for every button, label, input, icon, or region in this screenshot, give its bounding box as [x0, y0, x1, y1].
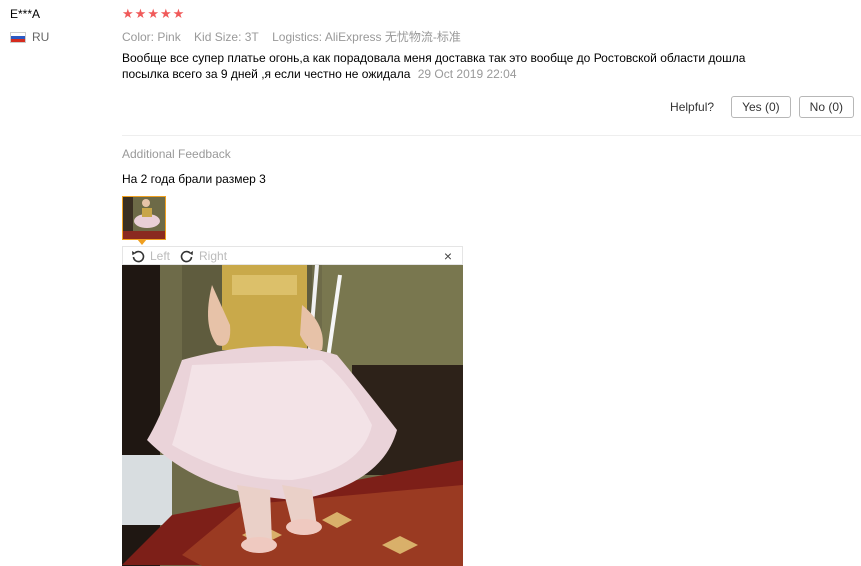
rotate-right-label: Right	[199, 248, 228, 263]
reviewer-country: RU	[10, 30, 49, 44]
review-text: Вообще все супер платье огонь,а как пора…	[122, 50, 762, 82]
additional-feedback-text: На 2 года брали размер 3	[122, 172, 266, 186]
star-icon: ★	[134, 6, 147, 21]
rotate-right-icon	[180, 250, 194, 262]
russia-flag-icon	[10, 31, 26, 43]
divider	[122, 135, 861, 136]
photo-viewer-toolbar: Left Right ×	[122, 246, 463, 265]
star-icon: ★	[122, 6, 134, 21]
helpful-yes-button[interactable]: Yes (0)	[731, 96, 791, 118]
attr-logistics-value: AliExpress 无忧物流-标准	[324, 30, 461, 44]
attr-size-label: Kid Size:	[194, 30, 242, 44]
additional-feedback-title: Additional Feedback	[122, 147, 231, 161]
star-icon: ★	[172, 6, 185, 21]
attr-logistics-label: Logistics:	[272, 30, 323, 44]
star-rating: ★ ★ ★ ★ ★	[122, 6, 184, 22]
review-photo-image	[122, 265, 463, 566]
thumbnail-selected-caret	[137, 239, 147, 245]
review-photo	[122, 265, 463, 566]
rotate-left-button[interactable]: Left	[131, 249, 170, 263]
reviewer-name: E***A	[10, 7, 41, 21]
attr-color-label: Color:	[122, 30, 155, 44]
review-date: 29 Oct 2019 22:04	[417, 67, 517, 81]
country-code: RU	[32, 30, 50, 44]
thumbnail-image	[123, 197, 165, 239]
attr-color-value: Pink	[157, 30, 181, 44]
order-attributes: Color: Pink Kid Size: 3T Logistics: AliE…	[122, 28, 471, 45]
close-viewer-button[interactable]: ×	[444, 248, 452, 264]
star-icon: ★	[147, 6, 159, 21]
star-icon: ★	[159, 6, 172, 21]
helpful-label: Helpful?	[670, 100, 715, 114]
helpful-vote: Helpful? Yes (0) No (0)	[670, 96, 854, 118]
photo-thumbnail[interactable]	[122, 196, 166, 240]
rotate-right-button[interactable]: Right	[180, 249, 227, 263]
attr-size-value: 3T	[244, 30, 259, 44]
rotate-left-label: Left	[150, 248, 171, 263]
rotate-left-icon	[132, 250, 145, 262]
helpful-no-button[interactable]: No (0)	[798, 96, 854, 118]
